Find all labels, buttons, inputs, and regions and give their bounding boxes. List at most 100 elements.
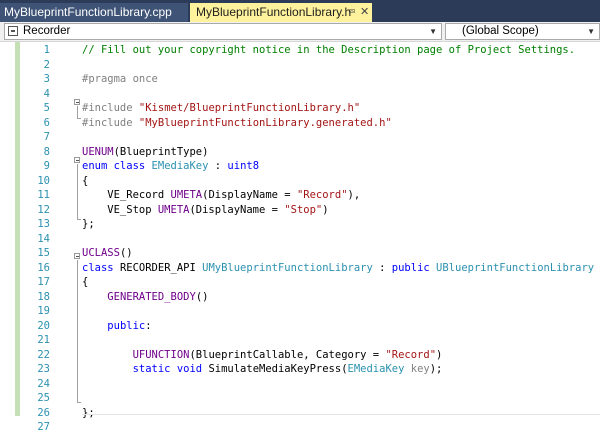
code-line[interactable]: 2 <box>0 58 600 73</box>
code-token: ) <box>436 348 443 361</box>
code-token: : <box>208 160 228 172</box>
line-number: 1 <box>43 44 50 56</box>
pin-icon[interactable]: ⮹ <box>348 3 356 22</box>
code-text: { <box>82 174 88 189</box>
code-token: UFUNCTION <box>132 348 190 361</box>
code-editor[interactable]: 1 // Fill out your copyright notice in th… <box>0 42 600 433</box>
line-number: 4 <box>43 87 50 100</box>
line-number: 22 <box>37 348 50 361</box>
navigation-bar: Recorder ▼ (Global Scope) ▼ <box>0 22 600 42</box>
code-line[interactable]: 11 VE_Record UMETA(DisplayName = "Record… <box>0 188 600 203</box>
code-token: UBlueprintFunctionLibrary <box>436 261 595 274</box>
code-line[interactable]: 4 <box>0 87 600 102</box>
line-number: 25 <box>37 392 50 404</box>
code-line[interactable]: 15 UCLASS() <box>0 246 600 261</box>
line-number: 15 <box>37 247 50 259</box>
code-line[interactable]: 6 #include "MyBlueprintFunctionLibrary.ge… <box>0 116 600 131</box>
collapse-enum-icon[interactable] <box>74 157 80 163</box>
outline-line <box>77 260 78 402</box>
project-dropdown[interactable]: Recorder ▼ <box>4 23 442 40</box>
code-line[interactable]: 25 <box>0 391 600 406</box>
code-line[interactable]: 7 <box>0 130 600 145</box>
code-text: enum class EMediaKey : uint8 <box>82 159 259 174</box>
code-text: UENUM(BlueprintType) <box>82 145 208 160</box>
code-token: "MyBlueprintFunctionLibrary.generated.h" <box>138 116 392 129</box>
code-text: // Fill out your copyright notice in the… <box>82 43 575 58</box>
chevron-down-icon[interactable]: ▼ <box>429 24 437 39</box>
line-number: 7 <box>43 131 50 143</box>
code-token: key <box>410 363 430 375</box>
code-token: () <box>195 290 209 303</box>
code-token: SimulateMediaKeyPress( <box>208 363 348 375</box>
close-icon[interactable]: ✕ <box>360 3 369 22</box>
code-token: : <box>372 261 392 274</box>
code-line[interactable]: 18 GENERATED_BODY() <box>0 290 600 305</box>
code-token: class <box>82 261 120 274</box>
line-number: 18 <box>37 290 50 303</box>
code-token: EMediaKey <box>151 160 209 172</box>
code-line[interactable]: 13}; <box>0 217 600 232</box>
code-line[interactable]: 27 <box>0 420 600 435</box>
tab-myblueprintfunctionlibrary-cpp[interactable]: MyBlueprintFunctionLibrary.cpp <box>0 3 188 22</box>
code-line[interactable]: 1 // Fill out your copyright notice in th… <box>0 43 600 58</box>
code-token: { <box>82 174 89 187</box>
code-token: : <box>145 319 152 332</box>
line-number: 24 <box>37 377 50 390</box>
code-token: ) <box>322 203 329 216</box>
code-text: #include "MyBlueprintFunctionLibrary.gen… <box>82 116 392 131</box>
code-line[interactable]: 16 class RECORDER_API UMyBlueprintFunctio… <box>0 261 600 276</box>
code-line[interactable]: 24 <box>0 377 600 392</box>
code-text: VE_Stop UMETA(DisplayName = "Stop") <box>82 203 329 218</box>
line-number: 8 <box>43 145 50 158</box>
code-line[interactable]: 8 UENUM(BlueprintType) <box>0 145 600 160</box>
code-token: { <box>82 276 89 288</box>
line-number: 13 <box>37 218 50 230</box>
code-line[interactable]: 3 #pragma once <box>0 72 600 87</box>
code-line[interactable]: 14 <box>0 232 600 247</box>
line-number: 9 <box>43 160 50 172</box>
code-token: "Record" <box>296 189 348 201</box>
code-token: static void <box>132 363 209 375</box>
code-line[interactable]: 26}; <box>0 406 600 421</box>
outline-end <box>77 118 81 119</box>
code-token: VE_Record <box>82 189 171 201</box>
line-number: 14 <box>37 232 50 245</box>
code-line[interactable]: 12 VE_Stop UMETA(DisplayName = "Stop") <box>0 203 600 218</box>
code-line[interactable]: 17 { <box>0 275 600 290</box>
current-line-highlight <box>82 414 600 415</box>
code-token: RECORDER_API <box>119 261 203 274</box>
code-token: "Kismet/BlueprintFunctionLibrary.h" <box>138 102 361 114</box>
code-token: (DisplayName = <box>202 189 297 201</box>
code-token: }; <box>82 218 95 230</box>
code-token: "Record" <box>385 348 437 361</box>
code-line[interactable]: 10 { <box>0 174 600 189</box>
line-number: 10 <box>37 174 50 187</box>
code-line[interactable]: 23 static void SimulateMediaKeyPress(EMe… <box>0 362 600 377</box>
outline-line <box>77 164 78 219</box>
code-line[interactable]: 22 UFUNCTION(BlueprintCallable, Category… <box>0 348 600 363</box>
tab-myblueprintfunctionlibrary-h[interactable]: MyBlueprintFunctionLibrary.h ⮹ ✕ <box>190 3 372 22</box>
code-token: UMETA <box>170 189 203 201</box>
code-token: ), <box>347 189 361 201</box>
code-line[interactable]: 19 <box>0 304 600 319</box>
code-text: class RECORDER_API UMyBlueprintFunctionL… <box>82 261 594 276</box>
code-line[interactable]: 20 public: <box>0 319 600 334</box>
code-line[interactable]: 9 enum class EMediaKey : uint8 <box>0 159 600 174</box>
document-tab-bar: MyBlueprintFunctionLibrary.cpp MyBluepri… <box>0 0 600 22</box>
collapse-class-icon[interactable] <box>74 253 80 259</box>
collapse-include-icon[interactable] <box>74 99 80 105</box>
code-text: }; <box>82 406 95 421</box>
code-line[interactable]: 21 <box>0 333 600 348</box>
chevron-down-icon[interactable]: ▼ <box>587 24 595 39</box>
code-token: ); <box>429 363 443 375</box>
outline-line <box>77 106 78 118</box>
scope-dropdown[interactable]: (Global Scope) ▼ <box>445 23 600 40</box>
code-token: UCLASS <box>82 247 120 259</box>
code-token: uint8 <box>227 160 260 172</box>
code-line[interactable]: 5 #include "Kismet/BlueprintFunctionLibra… <box>0 101 600 116</box>
outline-end <box>77 402 81 403</box>
tab-label: MyBlueprintFunctionLibrary.h <box>196 5 352 19</box>
